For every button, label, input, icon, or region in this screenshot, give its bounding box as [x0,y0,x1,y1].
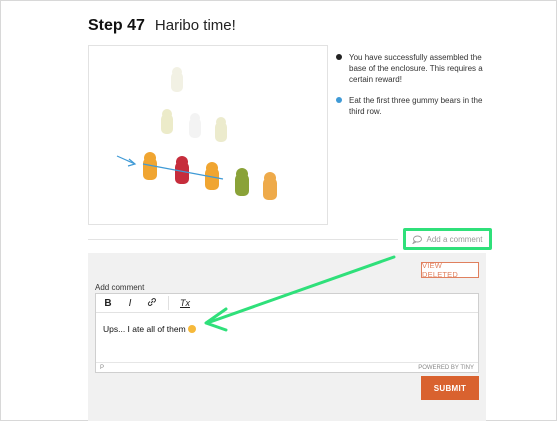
step-title: Haribo time! [154,17,236,34]
element-path: P [100,364,105,371]
add-comment-label: Add a comment [426,234,483,244]
toolbar-separator [168,296,169,310]
editor-toolbar: B I Tx [96,294,478,313]
step-image[interactable] [88,45,328,225]
speech-bubble-icon [412,235,423,244]
list-item: You have successfully assembled the base… [336,52,486,85]
gummy-bear [189,113,201,138]
italic-button[interactable]: I [124,298,136,309]
comment-text: Ups... I ate all of them [103,324,186,334]
divider [88,239,398,240]
gummy-bear [161,109,173,134]
comment-form-label: Add comment [95,283,145,292]
submit-button[interactable]: SUBMIT [421,376,479,400]
bullet-text: You have successfully assembled the base… [349,53,483,84]
editor-statusbar: P POWERED BY TINY [96,362,478,372]
gummy-bear [263,172,277,200]
bullet-dot-black-icon [336,54,342,60]
gummy-bear [171,67,183,92]
powered-by-label[interactable]: POWERED BY TINY [418,365,474,371]
step-number: Step 47 [88,17,145,34]
smiley-emoji-icon [187,325,196,333]
view-deleted-button[interactable]: VIEW DELETED [421,261,479,279]
gummy-bear [215,117,227,142]
bold-button[interactable]: B [102,298,114,309]
link-icon [147,297,156,306]
bullet-dot-blue-icon [336,97,342,103]
comment-editor: B I Tx Ups... I ate all of them P POWERE… [95,293,479,373]
instruction-list: You have successfully assembled the base… [336,52,486,127]
comment-text-area[interactable]: Ups... I ate all of them [96,313,478,361]
bullet-text: Eat the first three gummy bears in the t… [349,96,483,116]
link-button[interactable] [146,297,158,310]
list-item: Eat the first three gummy bears in the t… [336,95,486,117]
gummy-bear [235,168,249,196]
clear-formatting-button[interactable]: Tx [179,298,191,308]
gummy-bears-image [116,67,277,200]
step-header: Step 47 Haribo time! [88,17,236,35]
add-comment-link[interactable]: Add a comment [403,228,492,250]
